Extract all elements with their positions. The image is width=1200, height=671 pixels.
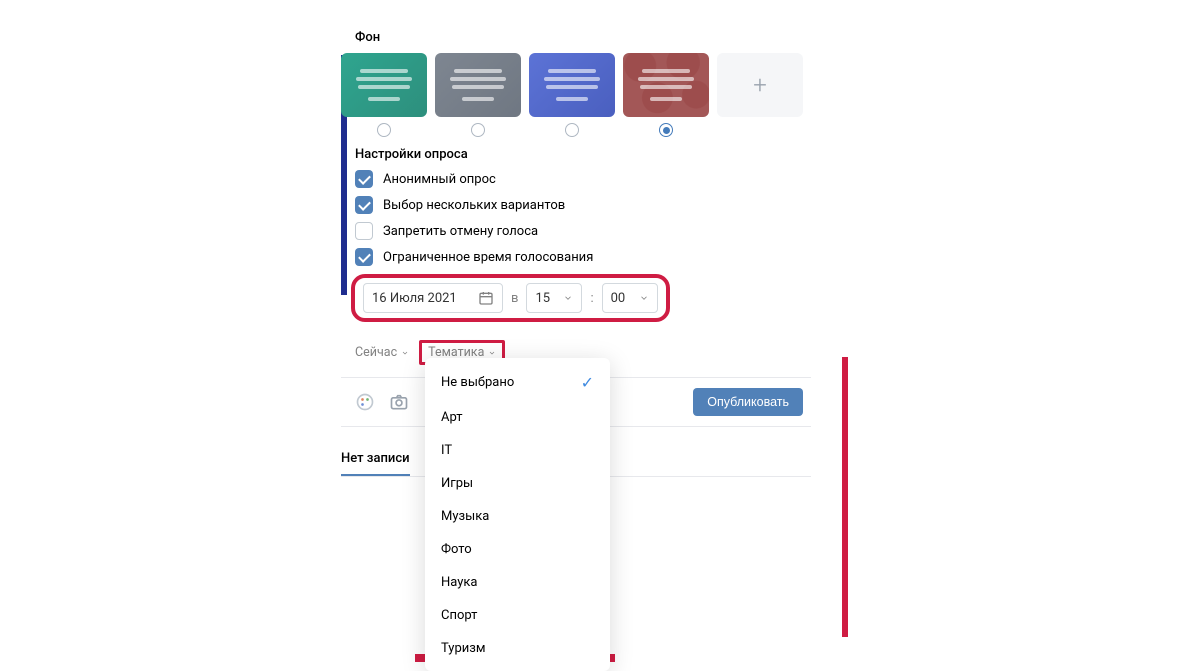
topic-option-sport[interactable]: Спорт (425, 599, 610, 632)
checkbox-icon (355, 248, 373, 266)
hour-value: 15 (535, 291, 550, 306)
annotation-bar-red-right (842, 357, 848, 637)
camera-icon[interactable] (389, 392, 409, 412)
bg-tile-add[interactable]: + (717, 53, 803, 117)
bg-tile-photo[interactable] (623, 53, 709, 117)
topic-option-photo[interactable]: Фото (425, 533, 610, 566)
palette-icon[interactable] (355, 392, 375, 412)
publish-button[interactable]: Опубликовать (693, 388, 803, 416)
bg-radio-row (341, 123, 855, 137)
bg-section-label: Фон (355, 30, 855, 45)
topic-option-none[interactable]: Не выбрано✓ (425, 364, 610, 401)
calendar-icon (478, 290, 494, 306)
topic-option-games[interactable]: Игры (425, 467, 610, 500)
bg-radio-3[interactable] (565, 123, 579, 137)
settings-label: Настройки опроса (355, 147, 855, 162)
minute-value: 00 (611, 291, 626, 306)
setting-label: Выбор нескольких вариантов (383, 198, 565, 213)
plus-icon: + (753, 71, 767, 99)
topic-option-art[interactable]: Арт (425, 401, 610, 434)
topic-option-science[interactable]: Наука (425, 566, 610, 599)
setting-label: Ограниченное время голосования (383, 250, 593, 265)
bg-radio-1[interactable] (377, 123, 391, 137)
now-label: Сейчас (355, 345, 397, 360)
chevron-down-icon (563, 293, 573, 303)
datetime-group: 16 Июля 2021 в 15 : 00 (351, 274, 670, 322)
date-picker[interactable]: 16 Июля 2021 (363, 283, 503, 313)
settings-list: Анонимный опрос Выбор нескольких вариант… (355, 170, 855, 266)
topic-dropdown[interactable]: Не выбрано✓ Арт IT Игры Музыка Фото Наук… (425, 358, 610, 671)
now-chip[interactable]: Сейчас (355, 345, 409, 360)
checkbox-icon (355, 196, 373, 214)
setting-label: Анонимный опрос (383, 172, 496, 187)
topic-option-music[interactable]: Музыка (425, 500, 610, 533)
at-label: в (511, 291, 518, 306)
setting-label: Запретить отмену голоса (383, 224, 538, 239)
attach-icons (355, 392, 409, 412)
checkbox-icon (355, 222, 373, 240)
hour-select[interactable]: 15 (526, 283, 582, 313)
topic-option-it[interactable]: IT (425, 434, 610, 467)
setting-limited-time[interactable]: Ограниченное время голосования (355, 248, 855, 266)
setting-no-revoke[interactable]: Запретить отмену голоса (355, 222, 855, 240)
chevron-down-icon (401, 349, 409, 357)
bg-radio-4[interactable] (659, 123, 673, 137)
check-icon: ✓ (581, 373, 594, 392)
setting-multiple[interactable]: Выбор нескольких вариантов (355, 196, 855, 214)
chevron-down-icon (639, 293, 649, 303)
chevron-down-icon (488, 349, 496, 357)
bg-tile-row: + (341, 53, 855, 117)
bg-tile-green[interactable] (341, 53, 427, 117)
topic-option-tourism[interactable]: Туризм (425, 632, 610, 665)
setting-anonymous[interactable]: Анонимный опрос (355, 170, 855, 188)
bg-radio-2[interactable] (471, 123, 485, 137)
bg-tile-blue[interactable] (529, 53, 615, 117)
colon: : (590, 291, 593, 306)
tab-no-posts[interactable]: Нет записи (341, 443, 410, 476)
bg-tile-gray[interactable] (435, 53, 521, 117)
checkbox-icon (355, 170, 373, 188)
date-value: 16 Июля 2021 (372, 291, 457, 306)
minute-select[interactable]: 00 (602, 283, 658, 313)
